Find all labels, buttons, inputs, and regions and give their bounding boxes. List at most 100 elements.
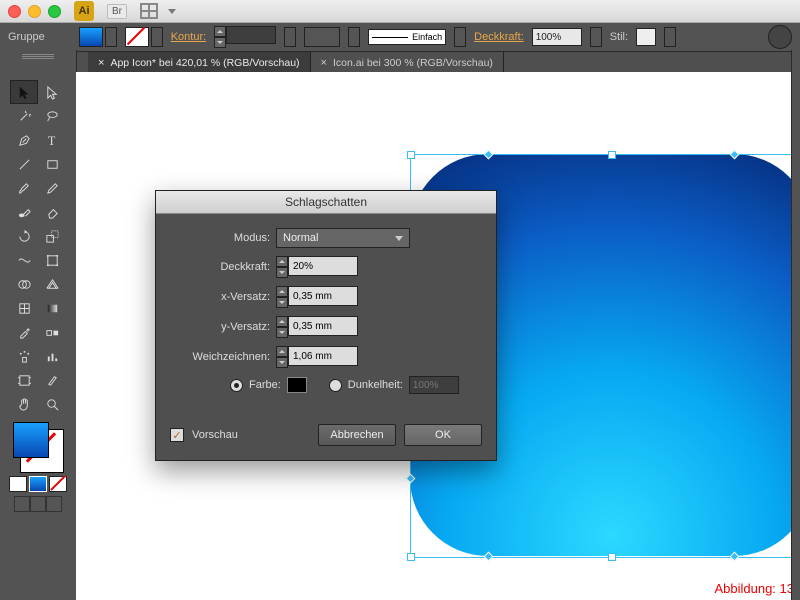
darkness-radio-label: Dunkelheit: <box>348 379 403 391</box>
x-offset-input[interactable] <box>288 286 358 306</box>
shadow-color-swatch[interactable] <box>287 377 307 393</box>
type-tool[interactable]: T <box>38 128 66 152</box>
color-mode-row <box>0 476 76 492</box>
selection-handle[interactable] <box>407 151 415 159</box>
mode-select[interactable]: Normal <box>276 228 410 248</box>
y-offset-input[interactable] <box>288 316 358 336</box>
blur-label: Weichzeichnen: <box>170 351 270 363</box>
direct-selection-tool[interactable] <box>38 80 66 104</box>
panel-grip[interactable] <box>22 54 54 58</box>
color-mode-none[interactable] <box>49 476 67 492</box>
x-offset-label: x-Versatz: <box>170 291 270 303</box>
brush-definition-label: Einfach <box>412 32 442 42</box>
column-graph-tool[interactable] <box>38 344 66 368</box>
minimize-window-button[interactable] <box>28 5 41 18</box>
color-mode-solid[interactable] <box>9 476 27 492</box>
zoom-window-button[interactable] <box>48 5 61 18</box>
panel-dock[interactable] <box>791 50 800 600</box>
app-icon: Ai <box>74 1 94 21</box>
stroke-swatch[interactable] <box>125 27 149 47</box>
close-window-button[interactable] <box>8 5 21 18</box>
color-mode-gradient[interactable] <box>29 476 47 492</box>
preview-checkbox[interactable]: ✓ <box>170 428 184 442</box>
selection-handle[interactable] <box>608 553 616 561</box>
pencil-tool[interactable] <box>38 176 66 200</box>
close-tab-icon[interactable]: × <box>98 57 104 69</box>
pen-tool[interactable] <box>10 128 38 152</box>
brush-definition[interactable]: Einfach <box>368 29 446 45</box>
document-tab-active[interactable]: ×App Icon* bei 420,01 % (RGB/Vorschau) <box>88 52 311 74</box>
rotate-tool[interactable] <box>10 224 38 248</box>
varwidth-dropdown[interactable] <box>348 27 360 47</box>
cancel-button[interactable]: Abbrechen <box>318 424 396 446</box>
fill-indicator[interactable] <box>13 422 49 458</box>
line-segment-tool[interactable] <box>10 152 38 176</box>
slice-tool[interactable] <box>38 368 66 392</box>
stroke-label[interactable]: Kontur: <box>171 31 206 43</box>
mode-label: Modus: <box>170 232 270 244</box>
stroke-width-dropdown[interactable] <box>284 27 296 47</box>
blur-stepper[interactable] <box>276 346 358 368</box>
gradient-tool[interactable] <box>38 296 66 320</box>
style-label: Stil: <box>610 31 628 43</box>
free-transform-tool[interactable] <box>38 248 66 272</box>
tab-label: Icon.ai bei 300 % (RGB/Vorschau) <box>333 57 493 69</box>
figure-caption: Abbildung: 13 <box>714 581 794 596</box>
selection-handle[interactable] <box>608 151 616 159</box>
fill-dropdown[interactable] <box>105 27 117 47</box>
document-tab[interactable]: × Icon.ai bei 300 % (RGB/Vorschau) <box>311 52 504 74</box>
varwidth-profile[interactable] <box>304 27 340 47</box>
selection-handle[interactable] <box>407 553 415 561</box>
perspective-grid-tool[interactable] <box>38 272 66 296</box>
y-offset-stepper[interactable] <box>276 316 358 338</box>
eyedropper-tool[interactable] <box>10 320 38 344</box>
recolor-artwork-button[interactable] <box>768 25 792 49</box>
hand-tool[interactable] <box>10 392 38 416</box>
opacity-input[interactable]: 100% <box>532 28 582 46</box>
width-tool[interactable] <box>10 248 38 272</box>
mesh-tool[interactable] <box>10 296 38 320</box>
stroke-dropdown[interactable] <box>151 27 163 47</box>
stroke-width-stepper[interactable] <box>214 26 276 48</box>
artboard-tool[interactable] <box>10 368 38 392</box>
opacity-dropdown[interactable] <box>590 27 602 47</box>
mode-value: Normal <box>283 232 318 244</box>
opacity-label[interactable]: Deckkraft: <box>474 31 524 43</box>
style-swatch[interactable] <box>636 28 656 46</box>
color-radio-label: Farbe: <box>249 379 281 391</box>
fill-stroke-indicator[interactable] <box>13 422 63 472</box>
bridge-button[interactable]: Br <box>107 4 127 19</box>
symbol-sprayer-tool[interactable] <box>10 344 38 368</box>
brush-dropdown[interactable] <box>454 27 466 47</box>
control-bar: Gruppe Kontur: Einfach Deckkraft: 100% S… <box>0 23 800 52</box>
opacity-input[interactable] <box>288 256 358 276</box>
drawing-mode-normal[interactable] <box>14 496 30 512</box>
fill-swatch[interactable] <box>79 27 103 47</box>
paintbrush-tool[interactable] <box>10 176 38 200</box>
opacity-stepper[interactable] <box>276 256 358 278</box>
arrange-documents-icon[interactable] <box>140 3 158 19</box>
blur-input[interactable] <box>288 346 358 366</box>
magic-wand-tool[interactable] <box>10 104 38 128</box>
drop-shadow-dialog: Schlagschatten Modus: Normal Deckkraft: … <box>155 190 497 461</box>
x-offset-stepper[interactable] <box>276 286 358 308</box>
selection-tool[interactable] <box>10 80 38 104</box>
drawing-mode-behind[interactable] <box>30 496 46 512</box>
darkness-radio[interactable] <box>329 379 342 392</box>
zoom-tool[interactable] <box>38 392 66 416</box>
shape-builder-tool[interactable] <box>10 272 38 296</box>
opacity-label: Deckkraft: <box>170 261 270 273</box>
lasso-tool[interactable] <box>38 104 66 128</box>
darkness-input: 100% <box>409 376 459 394</box>
ok-button[interactable]: OK <box>404 424 482 446</box>
blend-tool[interactable] <box>38 320 66 344</box>
style-dropdown[interactable] <box>664 27 676 47</box>
eraser-tool[interactable] <box>38 200 66 224</box>
drawing-mode-inside[interactable] <box>46 496 62 512</box>
tools-panel: T <box>0 50 77 600</box>
scale-tool[interactable] <box>38 224 66 248</box>
rectangle-tool[interactable] <box>38 152 66 176</box>
blob-brush-tool[interactable] <box>10 200 38 224</box>
close-tab-icon[interactable]: × <box>321 57 327 69</box>
color-radio[interactable] <box>230 379 243 392</box>
